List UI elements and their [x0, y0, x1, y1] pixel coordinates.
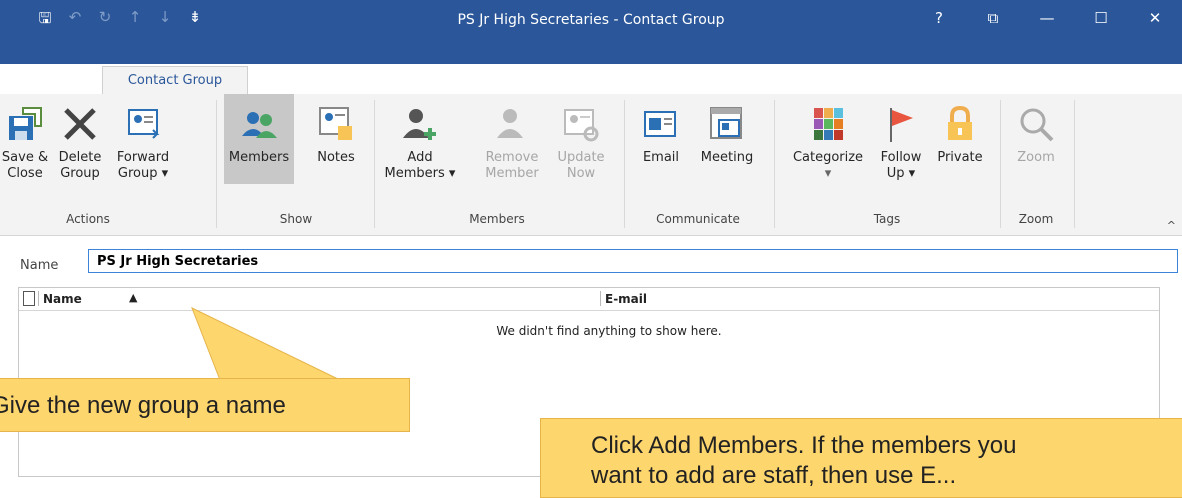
redo-icon[interactable]: ↻ — [90, 8, 120, 33]
members-view-button[interactable]: Members — [224, 94, 294, 184]
group-label-actions: Actions — [66, 212, 110, 226]
collapse-ribbon-button[interactable]: ^ — [1167, 219, 1176, 232]
members-tip-callout: Click Add Members. If the members you wa… — [540, 418, 1182, 498]
title-bar: 🖫 ↶ ↻ ↑ ↓ ⇟ PS Jr High Secretaries - Con… — [0, 0, 1182, 64]
meeting-button[interactable]: Meeting — [692, 94, 762, 166]
group-separator — [624, 100, 625, 228]
undo-icon[interactable]: ↶ — [60, 8, 90, 33]
column-header-name[interactable]: Name — [43, 292, 82, 306]
tab-insert[interactable]: Insert — [278, 64, 328, 94]
help-button[interactable]: ? — [912, 0, 966, 36]
tab-developer[interactable]: Developer — [598, 64, 688, 94]
forward-group-button[interactable]: Forward Group ▾ — [110, 94, 176, 182]
categorize-icon — [814, 108, 843, 140]
group-name-field[interactable]: PS Jr High Secretaries — [88, 249, 1178, 273]
delete-x-icon — [64, 108, 96, 140]
notes-icon — [319, 107, 352, 140]
next-item-icon[interactable]: ↓ — [150, 8, 180, 33]
minimize-button[interactable]: — — [1020, 0, 1074, 36]
forward-card-icon — [128, 109, 160, 139]
column-header-email[interactable]: E-mail — [605, 292, 647, 306]
follow-up-button[interactable]: Follow Up ▾ — [872, 94, 930, 182]
group-separator — [774, 100, 775, 228]
group-separator — [374, 100, 375, 228]
save-icon[interactable]: 🖫 — [30, 8, 60, 33]
column-divider — [38, 291, 39, 306]
maximize-button[interactable]: ☐ — [1074, 0, 1128, 36]
update-now-button[interactable]: Update Now — [550, 94, 612, 182]
group-separator — [1074, 100, 1075, 228]
add-members-button[interactable]: Add Members ▾ — [382, 94, 458, 182]
email-card-icon — [644, 111, 676, 137]
group-label-show: Show — [279, 212, 313, 226]
group-separator — [1000, 100, 1001, 228]
magnifier-icon — [1020, 108, 1054, 142]
zoom-button[interactable]: Zoom — [1008, 94, 1064, 166]
members-icon — [242, 112, 277, 138]
categorize-button[interactable]: Categorize ▾ — [784, 94, 872, 182]
add-member-icon — [403, 109, 436, 140]
ribbon-display-options-button[interactable]: ⧉ — [966, 0, 1020, 36]
lock-icon — [948, 105, 972, 140]
email-button[interactable]: Email — [632, 94, 690, 166]
customize-qat-icon[interactable]: ⇟ — [180, 8, 210, 33]
save-close-button[interactable]: Save & Close — [0, 94, 50, 182]
tab-contact-group[interactable]: Contact Group — [102, 66, 248, 95]
group-label-zoom: Zoom — [1018, 212, 1054, 226]
column-divider — [600, 291, 601, 306]
name-label: Name — [20, 258, 59, 273]
flag-icon — [890, 108, 913, 142]
item-type-icon[interactable] — [23, 291, 35, 306]
notes-view-button[interactable]: Notes — [306, 94, 366, 166]
tab-format-text[interactable]: Format Text — [362, 64, 462, 94]
quick-access-toolbar: 🖫 ↶ ↻ ↑ ↓ ⇟ — [30, 8, 210, 33]
tab-review[interactable]: Review — [498, 64, 558, 94]
meeting-calendar-icon — [710, 107, 742, 139]
sort-ascending-icon: ▲ — [129, 291, 138, 304]
previous-item-icon[interactable]: ↑ — [120, 8, 150, 33]
close-button[interactable]: ✕ — [1128, 0, 1182, 36]
group-label-tags: Tags — [873, 212, 901, 226]
group-label-communicate: Communicate — [656, 212, 740, 226]
ribbon: Save & Close Delete Group Forward Group … — [0, 94, 1182, 236]
tab-file[interactable]: File — [20, 64, 70, 94]
name-tip-callout: Give the new group a name — [0, 378, 410, 432]
remove-member-icon — [497, 109, 523, 138]
callout-pointer — [191, 306, 341, 381]
group-separator — [216, 100, 217, 228]
delete-group-button[interactable]: Delete Group — [50, 94, 110, 182]
private-button[interactable]: Private — [932, 94, 988, 166]
group-label-members: Members — [469, 212, 525, 226]
remove-member-button[interactable]: Remove Member — [476, 94, 548, 182]
save-close-icon — [9, 107, 42, 140]
window-controls: ? ⧉ — ☐ ✕ — [912, 0, 1182, 36]
update-now-icon — [564, 109, 599, 142]
